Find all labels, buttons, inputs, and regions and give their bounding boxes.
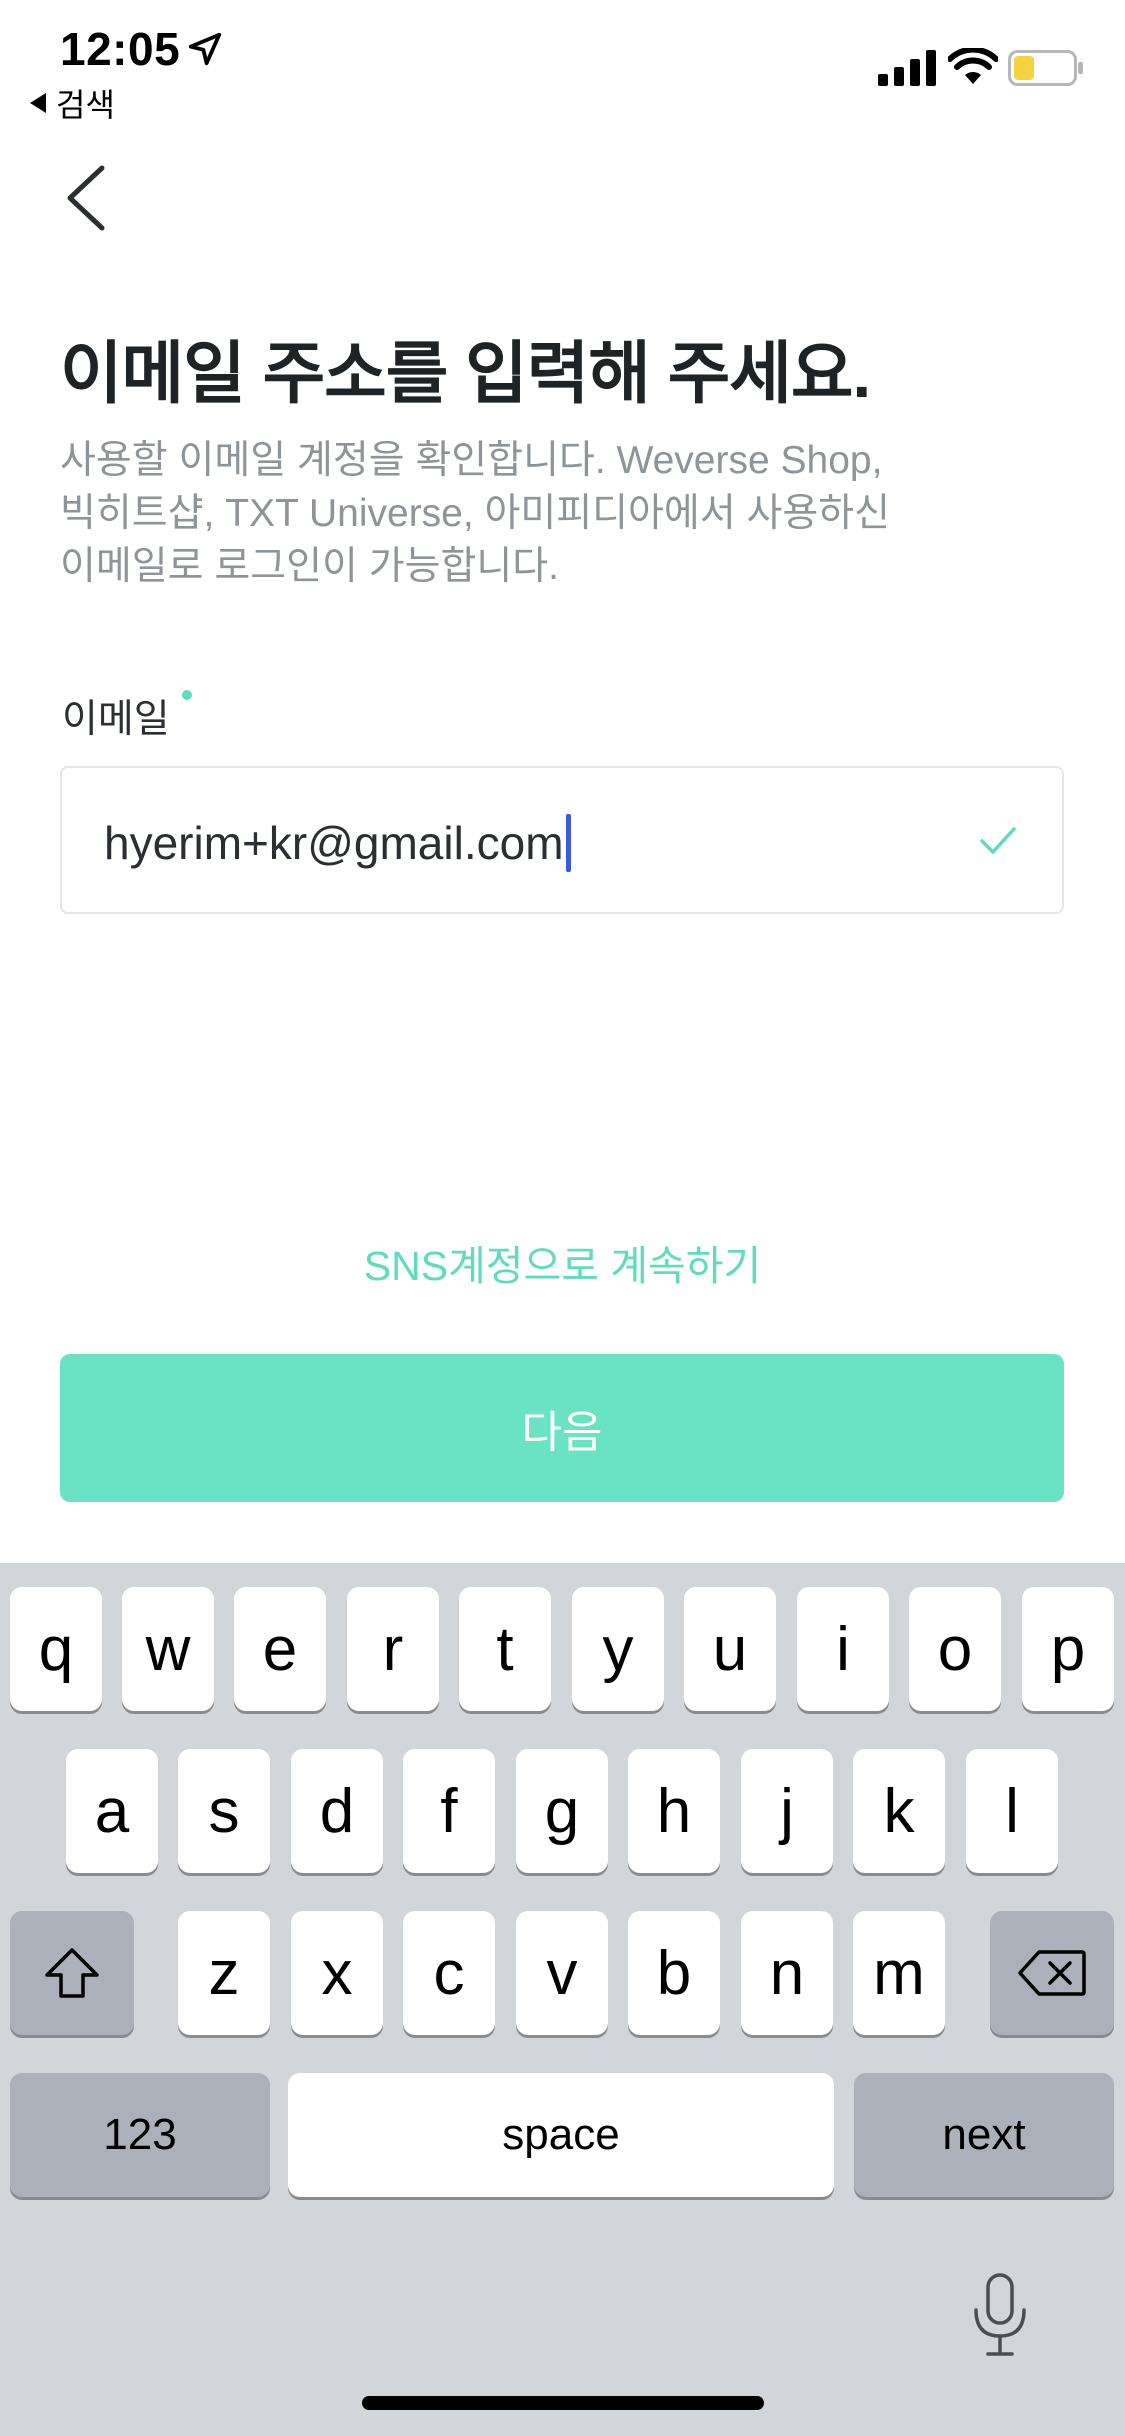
key-k[interactable]: k xyxy=(853,1749,945,1873)
key-e[interactable]: e xyxy=(234,1587,326,1711)
key-r[interactable]: r xyxy=(347,1587,439,1711)
key-p[interactable]: p xyxy=(1022,1587,1114,1711)
back-to-app-link[interactable]: 검색 xyxy=(30,80,115,126)
back-app-label: 검색 xyxy=(56,87,115,123)
text-caret xyxy=(565,814,571,872)
page-title: 이메일 주소를 입력해 주세요. xyxy=(60,336,871,412)
key-o[interactable]: o xyxy=(909,1587,1001,1711)
email-input-value[interactable]: hyerim+kr@gmail.com xyxy=(104,814,571,872)
delete-icon xyxy=(1018,1950,1086,1996)
space-key[interactable]: space xyxy=(288,2073,834,2197)
numbers-key[interactable]: 123 xyxy=(10,2073,270,2197)
key-z[interactable]: z xyxy=(178,1911,270,2035)
next-key[interactable]: next xyxy=(854,2073,1114,2197)
shift-icon xyxy=(45,1948,99,1998)
email-field[interactable]: hyerim+kr@gmail.com xyxy=(60,766,1064,914)
key-s[interactable]: s xyxy=(178,1749,270,1873)
keyboard: q w e r t y u i o p a s d f g h j k l z … xyxy=(0,1563,1125,2436)
email-field-label: 이메일 xyxy=(62,688,192,744)
microphone-icon[interactable] xyxy=(968,2272,1032,2358)
key-h[interactable]: h xyxy=(628,1749,720,1873)
sns-continue-link[interactable]: SNS계정으로 계속하기 xyxy=(0,1232,1125,1292)
key-m[interactable]: m xyxy=(853,1911,945,2035)
next-button[interactable]: 다음 xyxy=(60,1354,1064,1502)
cellular-signal-icon xyxy=(878,50,936,86)
home-indicator[interactable] xyxy=(362,2396,764,2410)
key-j[interactable]: j xyxy=(741,1749,833,1873)
key-v[interactable]: v xyxy=(516,1911,608,2035)
description-line: 이메일로 로그인이 가능합니다. xyxy=(60,545,559,588)
key-l[interactable]: l xyxy=(966,1749,1058,1873)
back-triangle-icon xyxy=(30,93,46,113)
location-arrow-icon xyxy=(188,32,222,66)
key-u[interactable]: u xyxy=(684,1587,776,1711)
description-line: 빅히트샵, TXT Universe, 아미피디아에서 사용하신 xyxy=(60,492,891,535)
wifi-icon xyxy=(948,48,998,84)
key-g[interactable]: g xyxy=(516,1749,608,1873)
delete-key[interactable] xyxy=(990,1911,1114,2035)
status-time: 12:05 xyxy=(60,23,181,75)
key-c[interactable]: c xyxy=(403,1911,495,2035)
page-description: 사용할 이메일 계정을 확인합니다. Weverse Shop, 빅히트샵, T… xyxy=(60,434,1060,593)
chevron-left-icon[interactable] xyxy=(62,162,114,234)
battery-icon xyxy=(1008,50,1083,86)
required-dot-icon xyxy=(181,690,192,700)
key-n[interactable]: n xyxy=(741,1911,833,2035)
key-b[interactable]: b xyxy=(628,1911,720,2035)
key-f[interactable]: f xyxy=(403,1749,495,1873)
checkmark-icon xyxy=(980,827,1016,854)
email-value-text: hyerim+kr@gmail.com xyxy=(104,817,564,869)
key-q[interactable]: q xyxy=(10,1587,102,1711)
key-a[interactable]: a xyxy=(66,1749,158,1873)
email-label-text: 이메일 xyxy=(62,698,170,741)
key-t[interactable]: t xyxy=(459,1587,551,1711)
key-x[interactable]: x xyxy=(291,1911,383,2035)
key-y[interactable]: y xyxy=(572,1587,664,1711)
description-line: 사용할 이메일 계정을 확인합니다. Weverse Shop, xyxy=(60,439,883,482)
shift-key[interactable] xyxy=(10,1911,134,2035)
key-w[interactable]: w xyxy=(122,1587,214,1711)
key-i[interactable]: i xyxy=(797,1587,889,1711)
key-d[interactable]: d xyxy=(291,1749,383,1873)
